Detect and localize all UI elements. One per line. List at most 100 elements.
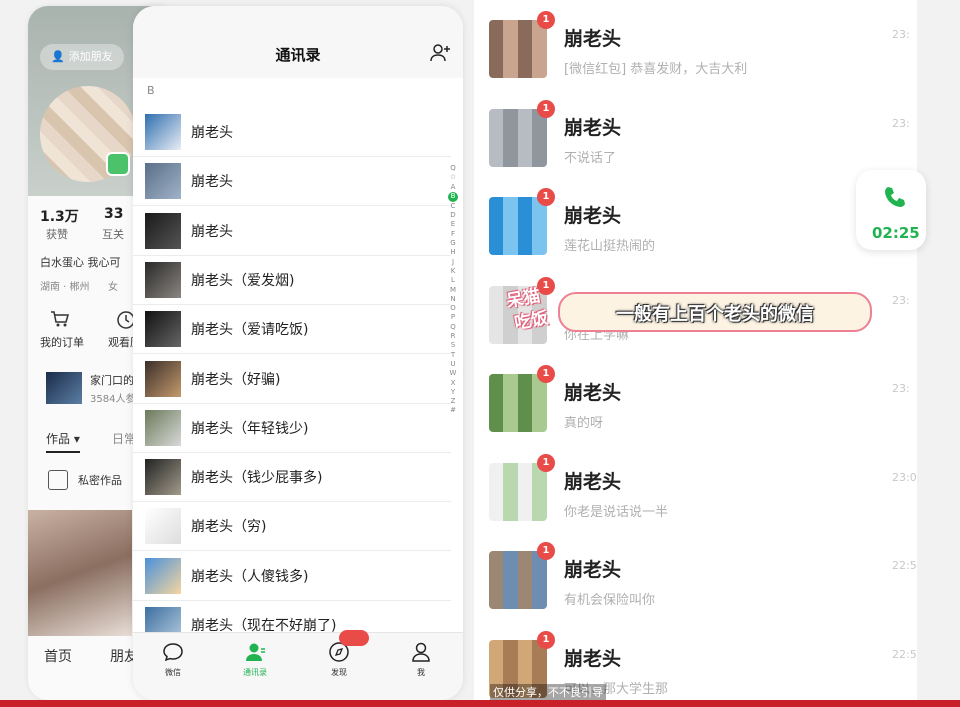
chat-bubble-icon <box>163 643 183 662</box>
contact-avatar <box>145 360 181 397</box>
chat-last-message: 莲花山挺热闹的 <box>564 239 656 254</box>
index-letter[interactable]: L <box>447 276 459 285</box>
chat-name: 崩老头 <box>564 647 622 670</box>
chat-name: 崩老头 <box>564 382 622 404</box>
index-letter[interactable]: Z <box>447 397 459 406</box>
chat-row[interactable]: 1 崩老头 你老是说话说一半 23:0 <box>474 451 917 537</box>
chat-row[interactable]: 1 崩老头 有机会保险叫你 22:5 <box>474 539 917 625</box>
likes-label: 获赞 <box>46 228 68 241</box>
index-letter[interactable]: P <box>447 313 459 322</box>
contact-row[interactable]: 崩老头（钱少屁事多) <box>133 452 451 503</box>
tab-discover[interactable]: 发现 <box>309 641 369 678</box>
chat-last-message: 有机会保险叫你 <box>564 593 656 608</box>
chat-last-message: 你老是说话说一半 <box>564 504 669 520</box>
group-subtitle: 3584人参 <box>90 394 136 405</box>
contact-row[interactable]: 崩老头 <box>133 206 451 256</box>
add-friend-button[interactable]: 👤 添加朋友 <box>40 44 124 70</box>
tab-me[interactable]: 我 <box>391 641 451 678</box>
call-floating-window[interactable]: 02:25 <box>856 170 926 250</box>
tab-works[interactable]: 作品 ▾ <box>46 430 80 453</box>
index-letter[interactable]: D <box>447 211 459 220</box>
contact-row[interactable]: 崩老头（人傻钱多) <box>133 551 451 601</box>
index-letter[interactable]: E <box>447 220 459 229</box>
index-letter[interactable]: G <box>447 239 459 248</box>
index-letter[interactable]: Q <box>447 323 459 332</box>
private-works-label[interactable]: 私密作品 <box>78 472 122 488</box>
chat-row[interactable]: 1 崩老头莲花山挺热闹的 <box>474 185 917 271</box>
chat-time: 23: <box>892 28 910 41</box>
index-letter[interactable]: ☆ <box>447 173 459 182</box>
caption-text: 一般有上百个老头的微信 <box>616 304 814 325</box>
contact-avatar <box>145 409 181 446</box>
contact-name: 崩老头（爱发烟) <box>191 272 295 289</box>
unread-badge: 1 <box>537 188 555 206</box>
contact-row[interactable]: 崩老头（爱请吃饭) <box>133 304 451 355</box>
chat-avatar <box>489 197 547 255</box>
phone-icon <box>885 187 905 207</box>
contact-row[interactable]: 崩老头（爱发烟) <box>133 255 451 305</box>
my-orders-label[interactable]: 我的订单 <box>40 334 84 350</box>
index-letter[interactable]: Q <box>447 164 459 173</box>
unread-badge: 1 <box>537 11 555 29</box>
contact-row[interactable]: 崩老头（好骗) <box>133 354 451 404</box>
index-letter[interactable]: T <box>447 351 459 360</box>
call-duration: 02:25 <box>872 224 920 242</box>
contact-row[interactable]: 崩老头 <box>133 156 451 207</box>
contact-name: 崩老头（钱少屁事多) <box>191 470 323 487</box>
index-letter[interactable]: W <box>447 369 459 378</box>
unread-badge: 1 <box>537 99 555 118</box>
nav-home[interactable]: 首页 <box>44 646 72 666</box>
chat-name: 崩老头 <box>564 116 622 139</box>
index-letter[interactable]: N <box>447 295 459 304</box>
unread-badge: 1 <box>537 630 555 649</box>
chat-row[interactable]: 1 崩老头 不说话了 23: <box>474 97 917 183</box>
work-thumbnail[interactable] <box>28 510 132 636</box>
index-letter[interactable]: A <box>447 183 459 192</box>
index-letter[interactable]: R <box>447 332 459 341</box>
chat-last-message: 不说话了 <box>564 150 617 166</box>
index-letter[interactable]: B <box>447 191 459 202</box>
contact-name: 崩老头（穷) <box>191 519 267 536</box>
index-letter[interactable]: Y <box>447 388 459 397</box>
contact-row[interactable]: 崩老头（穷) <box>133 501 451 552</box>
chat-last-message: 真的呀 <box>564 416 604 431</box>
chat-row[interactable]: 1 崩老头真的呀 23: <box>474 362 917 448</box>
contact-row[interactable]: 崩老头（年轻钱少) <box>133 403 451 453</box>
likes-count: 1.3万 <box>40 209 79 225</box>
index-letter[interactable]: X <box>447 379 459 388</box>
index-letter[interactable]: F <box>447 230 459 239</box>
chat-row[interactable]: 1 崩老头 [微信红包] 恭喜发财，大吉大利 23: <box>474 8 917 94</box>
channel-logo: 呆猫 吃饭 <box>504 286 550 334</box>
contact-row[interactable]: 崩老头 <box>133 107 451 157</box>
index-letter[interactable]: K <box>447 267 459 276</box>
contact-name: 崩老头 <box>191 125 233 141</box>
group-thumbnail[interactable] <box>46 372 82 404</box>
contact-avatar <box>145 261 181 298</box>
tab-chats[interactable]: 微信 <box>143 641 203 678</box>
index-letter[interactable]: M <box>447 286 459 295</box>
index-letter[interactable]: O <box>447 304 459 313</box>
cart-icon[interactable] <box>50 310 70 332</box>
contact-name: 崩老头（人傻钱多) <box>191 568 309 585</box>
index-letter[interactable]: S <box>447 341 459 350</box>
index-letter[interactable]: C <box>447 202 459 211</box>
group-title[interactable]: 家门口的 <box>90 372 134 388</box>
index-letter[interactable]: U <box>447 360 459 369</box>
contact-name: 崩老头（好骗) <box>191 371 281 388</box>
contact-avatar <box>145 114 181 150</box>
profile-status-badge <box>106 152 130 176</box>
tab-contacts[interactable]: 通讯录 <box>225 641 285 678</box>
unread-badge: 1 <box>537 365 555 383</box>
profile-gender: 女 <box>108 282 118 293</box>
chat-name: 崩老头 <box>564 205 622 227</box>
index-letter[interactable]: H <box>447 248 459 257</box>
index-letter[interactable]: J <box>447 258 459 267</box>
alphabet-index[interactable]: Q ☆ A B C D E F G H J K L M N O P Q R S T U W X Y Z # <box>447 164 459 416</box>
mutual-label: 互关 <box>102 228 124 241</box>
chat-time: 23: <box>892 382 910 395</box>
unread-badge: 1 <box>537 453 555 472</box>
add-contact-icon[interactable] <box>429 42 451 64</box>
chat-name: 崩老头 <box>564 28 622 50</box>
contact-avatar <box>145 508 181 545</box>
index-letter[interactable]: # <box>447 406 459 415</box>
